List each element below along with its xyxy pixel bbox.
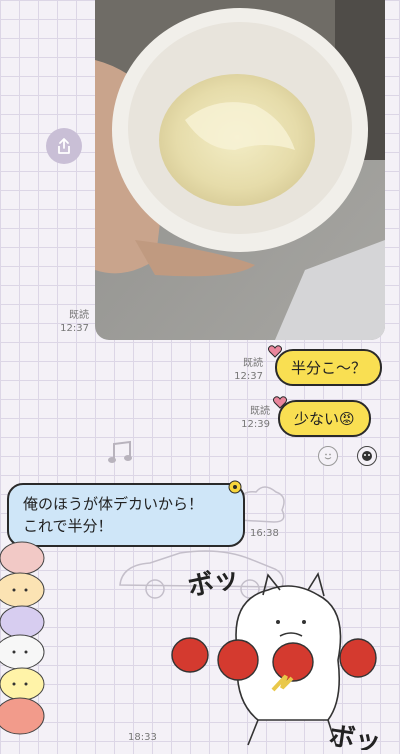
sticker-image: ボッ ボッ	[171, 563, 383, 754]
message-3-timestamp: 16:38	[250, 528, 279, 539]
message-3-line-1: 俺のほうが体デカいから！	[23, 495, 204, 513]
message-bubble-2[interactable]: 少ない😡	[278, 400, 371, 437]
message-2-timestamp: 12:39	[241, 419, 270, 430]
message-1-timestamp: 12:37	[234, 371, 263, 382]
reaction-icon	[362, 451, 372, 461]
character-sticker-stack	[0, 541, 45, 735]
sfx-text-2: ボッ	[327, 721, 383, 750]
star-badge-icon	[228, 480, 242, 494]
message-bubble-1[interactable]: 半分こ〜？	[275, 349, 383, 386]
sfx-text-1: ボッ	[185, 563, 242, 603]
reaction-button[interactable]	[357, 446, 377, 466]
message-bubble-3[interactable]: 俺のほうが体デカいから！ これで半分！	[7, 483, 245, 547]
music-note-doodle	[108, 440, 132, 463]
message-1-read-status: 既読 12:37	[225, 357, 263, 383]
photo-timestamp: 12:37	[60, 323, 89, 334]
photo-read-status: 既読 12:37	[55, 309, 89, 335]
message-2-read-status: 既読 12:39	[232, 405, 270, 431]
sticker-timestamp: 18:33	[128, 732, 157, 743]
smile-reaction-icon	[324, 453, 332, 460]
smile-reaction-button[interactable]	[318, 446, 338, 466]
message-3-line-2: これで半分！	[23, 517, 113, 535]
photo-image	[95, 0, 385, 340]
message-2-text: 少ない	[294, 410, 340, 428]
boxing-dog-sticker[interactable]: ボッ ボッ	[168, 560, 400, 754]
angry-emoji: 😡	[339, 410, 355, 428]
message-1-text: 半分こ〜？	[291, 359, 367, 377]
share-icon	[58, 138, 70, 154]
ice-cream-photo[interactable]	[95, 0, 385, 340]
share-button[interactable]	[46, 128, 82, 164]
